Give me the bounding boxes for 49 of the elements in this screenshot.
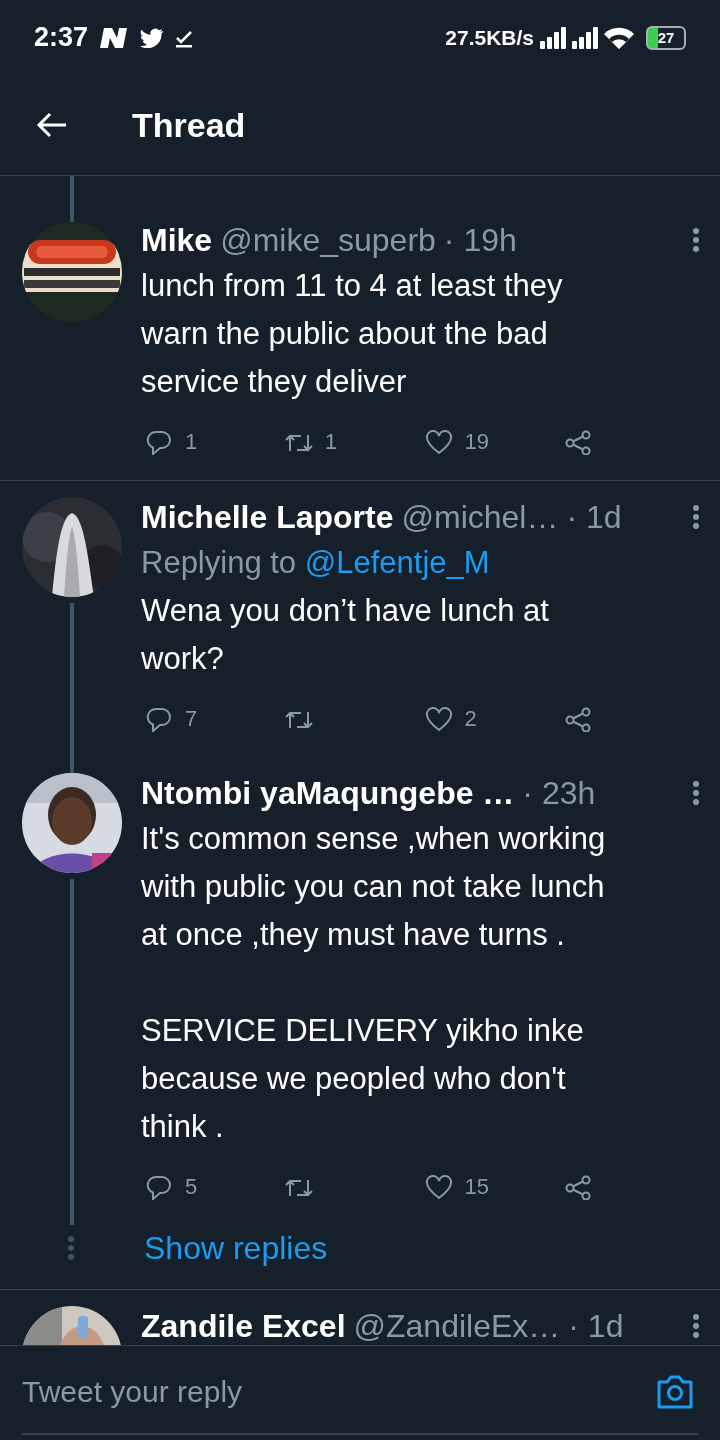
like-count: 15 xyxy=(464,1174,489,1200)
more-options-icon[interactable] xyxy=(692,1313,700,1339)
clock-time: 2:37 xyxy=(34,22,89,53)
wifi-icon xyxy=(604,26,634,49)
speech-bubble-icon[interactable] xyxy=(145,706,173,732)
signal-icon xyxy=(572,26,598,49)
user-name[interactable]: Michelle Laporte xyxy=(141,498,394,536)
camera-icon[interactable] xyxy=(655,1374,695,1410)
speech-bubble-icon[interactable] xyxy=(145,1174,173,1200)
show-replies-link[interactable]: Show replies xyxy=(144,1229,328,1267)
reply-count: 5 xyxy=(185,1174,198,1200)
more-options-icon[interactable] xyxy=(692,504,700,530)
mention-link[interactable]: @Lefentje_M xyxy=(304,545,490,580)
retweet-count: 1 xyxy=(324,429,337,455)
tweet-text: lunch from 11 to 4 at least they warn the public about the bad service they deliver xyxy=(141,267,564,401)
user-handle: @michel… xyxy=(401,498,559,536)
replying-to-line: Replying to @Lefentje_M xyxy=(141,544,491,582)
like-count: 19 xyxy=(464,429,489,455)
speech-bubble-icon[interactable] xyxy=(145,429,173,455)
thread-dots-icon xyxy=(67,1235,75,1261)
battery-level: 27 xyxy=(657,30,675,45)
user-handle: @ZandileEx… xyxy=(353,1307,561,1345)
tweet-time: · 1d xyxy=(568,1307,624,1345)
share-icon[interactable] xyxy=(564,429,593,455)
tweet-time: · 23h xyxy=(522,774,596,812)
reply-count: 7 xyxy=(185,706,198,732)
share-icon[interactable] xyxy=(564,706,593,732)
bird-icon xyxy=(140,27,165,48)
signal-icon xyxy=(540,26,566,49)
like-count: 2 xyxy=(464,706,477,732)
reply-field[interactable]: Tweet your reply xyxy=(22,1365,698,1435)
user-handle: @mike_superb xyxy=(220,221,436,259)
network-speed: 27.5KB/s xyxy=(445,25,534,50)
heart-icon[interactable] xyxy=(424,1174,453,1200)
user-name[interactable]: Ntombi yaMaqungebe … xyxy=(141,774,515,812)
heart-icon[interactable] xyxy=(424,429,453,455)
user-name[interactable]: Zandile Excel xyxy=(141,1307,346,1345)
back-arrow-icon[interactable] xyxy=(36,111,68,139)
heart-icon[interactable] xyxy=(424,706,453,732)
share-icon[interactable] xyxy=(564,1174,593,1200)
tweet-text: It's common sense ,when working with public you can not take lunch at once ,they must have turns . SERVICE DELIVERY yikho inke because we peopled who don't think . xyxy=(141,820,607,1146)
tweet-text: Wena you don’t have lunch at work? xyxy=(141,592,550,678)
page-title: Thread xyxy=(132,105,246,145)
user-name[interactable]: Mike xyxy=(141,221,213,259)
tweet-time: · 1d xyxy=(566,498,622,536)
more-options-icon[interactable] xyxy=(692,780,700,806)
reply-count: 1 xyxy=(185,429,198,455)
tweet-time: · 19h xyxy=(443,221,517,259)
more-options-icon[interactable] xyxy=(692,227,700,253)
